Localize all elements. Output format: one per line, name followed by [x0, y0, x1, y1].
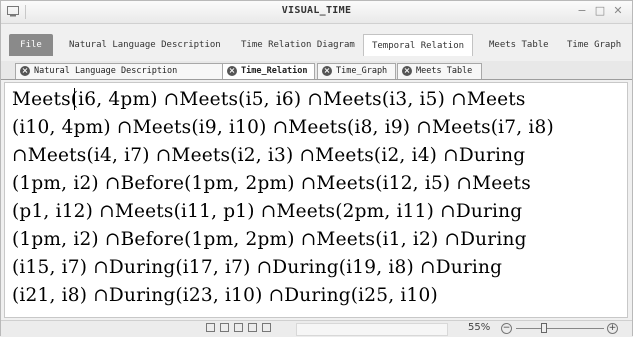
- text-line: ∩Meets(i4, i7) ∩Meets(i2, i3) ∩Meets(i2,…: [12, 145, 526, 166]
- text-line: (1pm, i2) ∩Before(1pm, 2pm) ∩Meets(i12, …: [12, 173, 531, 194]
- app-window: VISUAL_TIME − □ ✕ File Natural Language …: [0, 0, 633, 337]
- menu-tab-bar: File Natural Language Description Time R…: [1, 34, 632, 56]
- close-tab-icon[interactable]: ×: [402, 66, 412, 76]
- full-screen-icon[interactable]: [220, 323, 229, 332]
- close-tab-icon[interactable]: ×: [20, 66, 30, 76]
- text-line: (i10, 4pm) ∩Meets(i9, i10) ∩Meets(i8, i9…: [12, 117, 554, 138]
- doc-tab-label: Time_Relation: [241, 66, 308, 76]
- doc-tab-natural-language-description[interactable]: × Natural Language Description: [15, 63, 224, 79]
- tab-time-graph[interactable]: Time Graph: [567, 34, 629, 56]
- print-layout-icon[interactable]: [206, 323, 215, 332]
- window-title: VISUAL_TIME: [281, 5, 352, 16]
- close-tab-icon[interactable]: ×: [322, 66, 332, 76]
- document-tab-bar: × Natural Language Description × Time_Re…: [1, 61, 632, 80]
- text-caret: [74, 88, 75, 110]
- doc-tab-time-graph[interactable]: × Time_Graph: [317, 63, 396, 79]
- minimize-button[interactable]: −: [576, 4, 588, 18]
- doc-tab-label: Time_Graph: [336, 66, 388, 76]
- window-controls: − □ ✕: [576, 4, 624, 18]
- zoom-slider-track[interactable]: [516, 328, 604, 329]
- doc-tab-label: Natural Language Description: [34, 66, 178, 76]
- zoom-level: 55%: [468, 322, 491, 333]
- text-line: Meets(i6, 4pm) ∩Meets(i5, i6) ∩Meets(i3,…: [12, 89, 526, 110]
- status-bar: 55% − +: [1, 320, 632, 337]
- doc-tab-meets-table[interactable]: × Meets Table: [397, 63, 482, 79]
- view-mode-icons: [206, 323, 271, 332]
- temporal-relation-text-area[interactable]: Meets(i6, 4pm) ∩Meets(i5, i6) ∩Meets(i3,…: [4, 82, 628, 318]
- text-line: (i15, i7) ∩During(i17, i7) ∩During(i19, …: [12, 257, 503, 278]
- web-layout-icon[interactable]: [234, 323, 243, 332]
- tab-file[interactable]: File: [9, 34, 53, 56]
- close-tab-icon[interactable]: ×: [227, 66, 237, 76]
- draft-icon[interactable]: [262, 323, 271, 332]
- tab-meets-table[interactable]: Meets Table: [489, 34, 553, 56]
- title-bar: VISUAL_TIME − □ ✕: [1, 1, 632, 24]
- text-line: (i21, i8) ∩During(i23, i10) ∩During(i25,…: [12, 285, 438, 306]
- status-field: [296, 323, 448, 336]
- tab-natural-language-description[interactable]: Natural Language Description: [69, 34, 227, 56]
- text-line: (p1, i12) ∩Meets(i11, p1) ∩Meets(2pm, i1…: [12, 201, 523, 222]
- close-button[interactable]: ✕: [612, 4, 624, 18]
- doc-tab-time-relation[interactable]: × Time_Relation: [222, 63, 315, 79]
- text-line: (1pm, i2) ∩Before(1pm, 2pm) ∩Meets(i1, i…: [12, 229, 527, 250]
- zoom-in-button[interactable]: +: [607, 323, 618, 334]
- tab-temporal-relation[interactable]: Temporal Relation: [363, 34, 473, 56]
- maximize-button[interactable]: □: [594, 4, 606, 18]
- zoom-slider-handle[interactable]: [541, 323, 547, 333]
- zoom-out-button[interactable]: −: [501, 323, 512, 334]
- tab-time-relation-diagram[interactable]: Time Relation Diagram: [241, 34, 359, 56]
- outline-icon[interactable]: [248, 323, 257, 332]
- doc-tab-label: Meets Table: [416, 66, 473, 76]
